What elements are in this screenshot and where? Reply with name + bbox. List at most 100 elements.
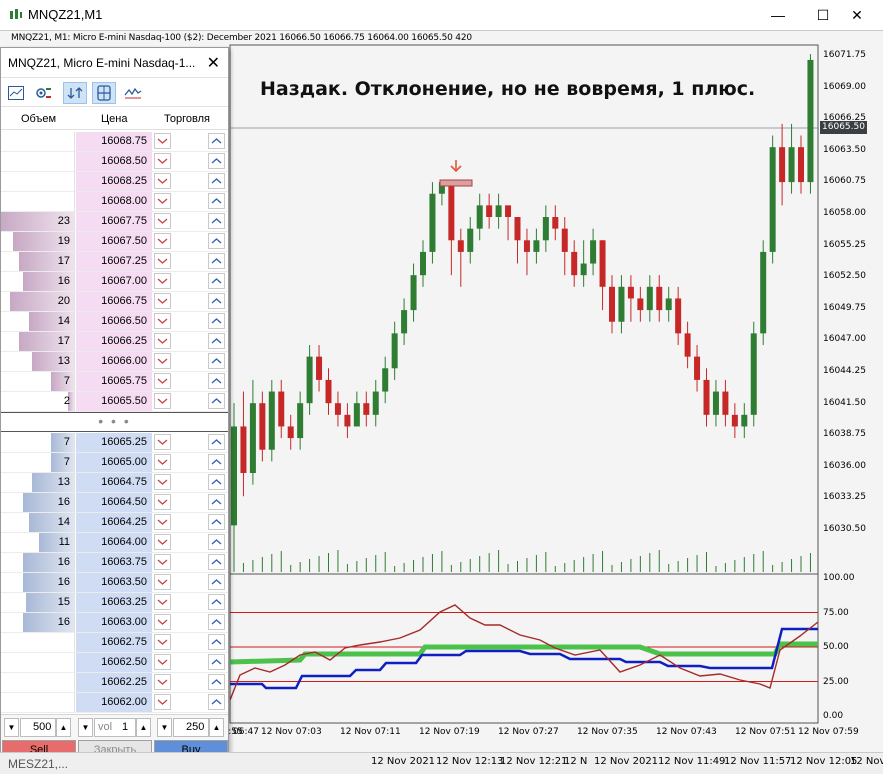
sell-limit-chevron-down-icon[interactable]	[154, 133, 171, 149]
sell-limit-chevron-down-icon[interactable]	[154, 474, 171, 490]
sell-limit-chevron-down-icon[interactable]	[154, 454, 171, 470]
price-cell[interactable]: 16064.50	[76, 493, 152, 512]
left-qty-increase-button[interactable]: ▲	[56, 718, 71, 737]
price-cell[interactable]: 16066.50	[76, 312, 152, 331]
bid-row[interactable]: 15 16063.25	[1, 593, 228, 613]
buy-limit-chevron-up-icon[interactable]	[208, 173, 225, 189]
ask-row[interactable]: 17 16066.25	[1, 332, 228, 352]
sell-limit-chevron-down-icon[interactable]	[154, 153, 171, 169]
buy-limit-chevron-up-icon[interactable]	[208, 514, 225, 530]
ask-row[interactable]: 14 16066.50	[1, 312, 228, 332]
price-cell[interactable]: 16068.00	[76, 192, 152, 211]
left-qty-decrease-button[interactable]: ▼	[4, 718, 19, 737]
price-cell[interactable]: 16065.25	[76, 433, 152, 452]
ask-row[interactable]: 20 16066.75	[1, 292, 228, 312]
price-cell[interactable]: 16062.25	[76, 673, 152, 692]
dom-close-icon[interactable]: ✕	[207, 53, 220, 73]
buy-limit-chevron-up-icon[interactable]	[208, 393, 225, 409]
buy-limit-chevron-up-icon[interactable]	[208, 133, 225, 149]
bid-row[interactable]: 16 16063.50	[1, 573, 228, 593]
dom-titlebar[interactable]: MNQZ21, Micro E-mini Nasdaq-1... ✕	[1, 48, 228, 78]
sell-limit-chevron-down-icon[interactable]	[154, 193, 171, 209]
bid-row[interactable]: 7 16065.25	[1, 433, 228, 453]
sell-limit-chevron-down-icon[interactable]	[154, 213, 171, 229]
price-cell[interactable]: 16066.75	[76, 292, 152, 311]
right-qty-increase-button[interactable]: ▲	[209, 718, 224, 737]
ask-row[interactable]: 7 16065.75	[1, 372, 228, 392]
buy-limit-chevron-up-icon[interactable]	[208, 213, 225, 229]
sell-limit-chevron-down-icon[interactable]	[154, 434, 171, 450]
buy-limit-chevron-up-icon[interactable]	[208, 474, 225, 490]
ask-row[interactable]: 16 16067.00	[1, 272, 228, 292]
ask-row[interactable]: 19 16067.50	[1, 232, 228, 252]
sell-limit-chevron-down-icon[interactable]	[154, 554, 171, 570]
vol-decrease-button[interactable]: ▼	[78, 718, 93, 737]
sell-limit-chevron-down-icon[interactable]	[154, 313, 171, 329]
ask-row[interactable]: 2 16065.50	[1, 392, 228, 412]
price-cell[interactable]: 16067.25	[76, 252, 152, 271]
price-cell[interactable]: 16068.75	[76, 132, 152, 151]
auto-center-icon[interactable]	[63, 82, 87, 104]
ask-row[interactable]: 16068.75	[1, 132, 228, 152]
buy-limit-chevron-up-icon[interactable]	[208, 694, 225, 710]
sell-limit-chevron-down-icon[interactable]	[154, 594, 171, 610]
sell-limit-chevron-down-icon[interactable]	[154, 534, 171, 550]
sell-limit-chevron-down-icon[interactable]	[154, 233, 171, 249]
price-cell[interactable]: 16065.75	[76, 372, 152, 391]
buy-limit-chevron-up-icon[interactable]	[208, 634, 225, 650]
buy-limit-chevron-up-icon[interactable]	[208, 273, 225, 289]
chart-tab-mesz21[interactable]: MESZ21,...	[8, 757, 68, 771]
right-qty-input[interactable]: 250	[173, 718, 209, 737]
bid-row[interactable]: 16 16063.75	[1, 553, 228, 573]
price-cell[interactable]: 16065.00	[76, 453, 152, 472]
sell-limit-chevron-down-icon[interactable]	[154, 373, 171, 389]
price-cell[interactable]: 16067.00	[76, 272, 152, 291]
sell-limit-chevron-down-icon[interactable]	[154, 514, 171, 530]
buy-limit-chevron-up-icon[interactable]	[208, 333, 225, 349]
buy-limit-chevron-up-icon[interactable]	[208, 313, 225, 329]
sell-limit-chevron-down-icon[interactable]	[154, 614, 171, 630]
right-qty-decrease-button[interactable]: ▼	[157, 718, 172, 737]
chart-view-icon[interactable]	[4, 82, 28, 104]
sell-limit-chevron-down-icon[interactable]	[154, 293, 171, 309]
buy-limit-chevron-up-icon[interactable]	[208, 153, 225, 169]
ask-row[interactable]: 16068.50	[1, 152, 228, 172]
price-cell[interactable]: 16066.00	[76, 352, 152, 371]
sell-limit-chevron-down-icon[interactable]	[154, 634, 171, 650]
price-cell[interactable]: 16067.50	[76, 232, 152, 251]
bid-row[interactable]: 16062.75	[1, 633, 228, 653]
ask-row[interactable]: 23 16067.75	[1, 212, 228, 232]
price-cell[interactable]: 16063.25	[76, 593, 152, 612]
buy-limit-chevron-up-icon[interactable]	[208, 574, 225, 590]
ask-row[interactable]: 16068.25	[1, 172, 228, 192]
bid-row[interactable]: 16062.25	[1, 673, 228, 693]
sell-limit-chevron-down-icon[interactable]	[154, 654, 171, 670]
price-cell[interactable]: 16062.75	[76, 633, 152, 652]
ask-row[interactable]: 16068.00	[1, 192, 228, 212]
price-cell[interactable]: 16064.25	[76, 513, 152, 532]
ask-row[interactable]: 17 16067.25	[1, 252, 228, 272]
bid-row[interactable]: 7 16065.00	[1, 453, 228, 473]
buy-limit-chevron-up-icon[interactable]	[208, 654, 225, 670]
bid-row[interactable]: 16062.00	[1, 693, 228, 713]
buy-limit-chevron-up-icon[interactable]	[208, 434, 225, 450]
buy-limit-chevron-up-icon[interactable]	[208, 454, 225, 470]
sell-limit-chevron-down-icon[interactable]	[154, 273, 171, 289]
price-cell[interactable]: 16064.75	[76, 473, 152, 492]
price-cell[interactable]: 16065.50	[76, 392, 152, 411]
buy-limit-chevron-up-icon[interactable]	[208, 594, 225, 610]
vol-increase-button[interactable]: ▲	[136, 718, 151, 737]
buy-limit-chevron-up-icon[interactable]	[208, 494, 225, 510]
price-cell[interactable]: 16062.50	[76, 653, 152, 672]
sell-limit-chevron-down-icon[interactable]	[154, 253, 171, 269]
buy-limit-chevron-up-icon[interactable]	[208, 293, 225, 309]
vol-input[interactable]: vol 1	[94, 718, 136, 737]
buy-limit-chevron-up-icon[interactable]	[208, 373, 225, 389]
sell-limit-chevron-down-icon[interactable]	[154, 674, 171, 690]
price-cell[interactable]: 16064.00	[76, 533, 152, 552]
buy-limit-chevron-up-icon[interactable]	[208, 353, 225, 369]
bid-row[interactable]: 16 16063.00	[1, 613, 228, 633]
sell-limit-chevron-down-icon[interactable]	[154, 694, 171, 710]
sell-limit-chevron-down-icon[interactable]	[154, 333, 171, 349]
price-cell[interactable]: 16068.50	[76, 152, 152, 171]
